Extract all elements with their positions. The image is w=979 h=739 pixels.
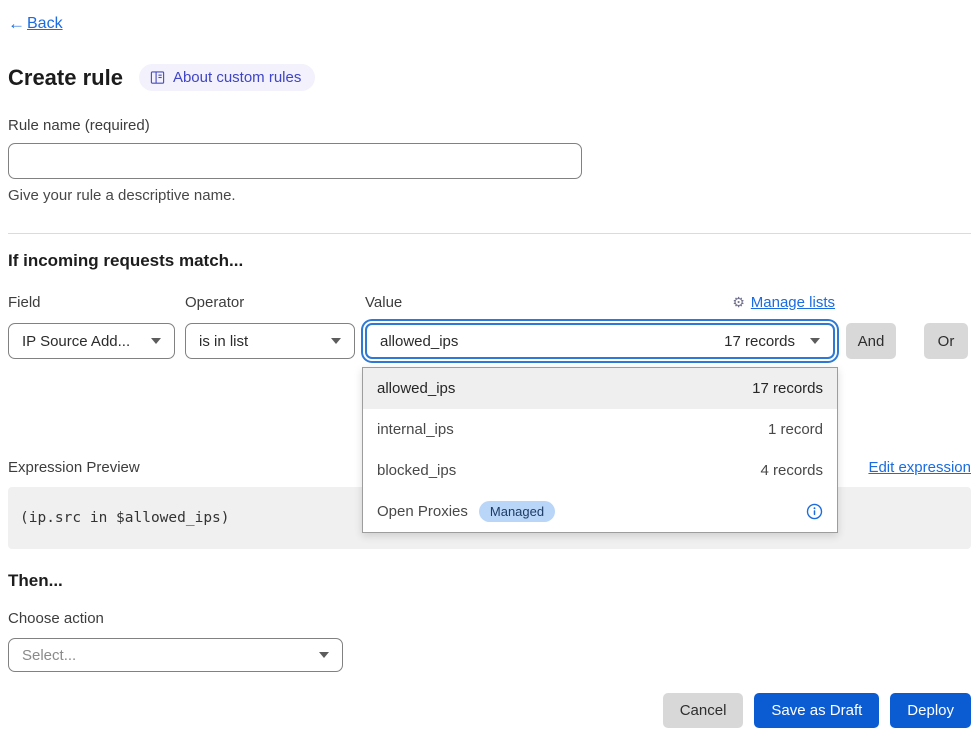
expression-code: (ip.src in $allowed_ips) [20,510,230,526]
chevron-down-icon [319,652,329,658]
chevron-down-icon [810,338,820,344]
operator-select-value: is in list [199,333,248,350]
choose-action-label: Choose action [8,610,971,627]
field-select[interactable]: IP Source Add... [8,323,175,359]
edit-expression-link[interactable]: Edit expression [868,459,971,476]
field-select-value: IP Source Add... [22,333,130,350]
field-label: Field [8,294,41,311]
save-as-draft-button[interactable]: Save as Draft [754,693,879,728]
value-select[interactable]: allowed_ips 17 records [365,323,835,359]
list-item-name: internal_ips [377,421,454,438]
deploy-button[interactable]: Deploy [890,693,971,728]
operator-label: Operator [185,294,244,311]
list-item-name: allowed_ips [377,380,455,397]
list-item-meta: 4 records [760,462,823,479]
list-item-meta: 1 record [768,421,823,438]
action-select[interactable]: Select... [8,638,343,672]
list-item-name: blocked_ips [377,462,456,479]
chevron-down-icon [151,338,161,344]
list-item-internal-ips[interactable]: internal_ips 1 record [363,409,837,450]
footer-actions: Cancel Save as Draft Deploy [8,693,971,728]
manage-lists-label: Manage lists [751,294,835,311]
list-item-blocked-ips[interactable]: blocked_ips 4 records [363,450,837,491]
then-section-heading: Then... [8,571,971,591]
back-link[interactable]: ←Back [8,14,63,34]
manage-lists-link[interactable]: ⚙ Manage lists [732,294,835,311]
value-label: Value [365,294,402,311]
list-item-open-proxies[interactable]: Open Proxies Managed [363,491,837,532]
rule-name-helper: Give your rule a descriptive name. [8,187,971,204]
back-link-label: Back [27,15,63,33]
about-custom-rules-label: About custom rules [173,69,301,86]
match-section-heading: If incoming requests match... [8,251,971,271]
match-condition-row: Field IP Source Add... Operator is in li… [8,295,971,359]
managed-badge: Managed [479,501,555,523]
create-rule-page: ←Back Create rule About custom rules Rul… [0,0,979,728]
rule-name-label: Rule name (required) [8,117,971,134]
chevron-down-icon [331,338,341,344]
about-custom-rules-link[interactable]: About custom rules [139,64,315,91]
value-select-meta: 17 records [724,333,795,350]
cancel-button[interactable]: Cancel [663,693,744,728]
value-column: Value ⚙ Manage lists allowed_ips 17 reco… [365,295,835,359]
or-button[interactable]: Or [924,323,968,359]
gear-icon: ⚙ [732,295,745,311]
field-column: Field IP Source Add... [8,295,175,359]
value-select-value: allowed_ips [380,333,458,350]
and-button[interactable]: And [846,323,896,359]
operator-column: Operator is in list [185,295,355,359]
info-icon[interactable] [806,503,823,520]
list-item-meta: 17 records [752,380,823,397]
book-icon [150,70,165,85]
title-row: Create rule About custom rules [8,64,971,91]
list-item-allowed-ips[interactable]: allowed_ips 17 records [363,368,837,409]
list-item-name: Open Proxies [377,503,468,520]
value-dropdown-panel: allowed_ips 17 records internal_ips 1 re… [362,367,838,533]
expression-preview-label: Expression Preview [8,459,140,476]
page-title: Create rule [8,65,123,91]
back-arrow-icon: ← [8,14,25,34]
section-divider [8,233,971,234]
back-row: ←Back [8,14,971,34]
rule-name-input[interactable] [8,143,582,179]
action-select-placeholder: Select... [22,647,76,664]
operator-select[interactable]: is in list [185,323,355,359]
